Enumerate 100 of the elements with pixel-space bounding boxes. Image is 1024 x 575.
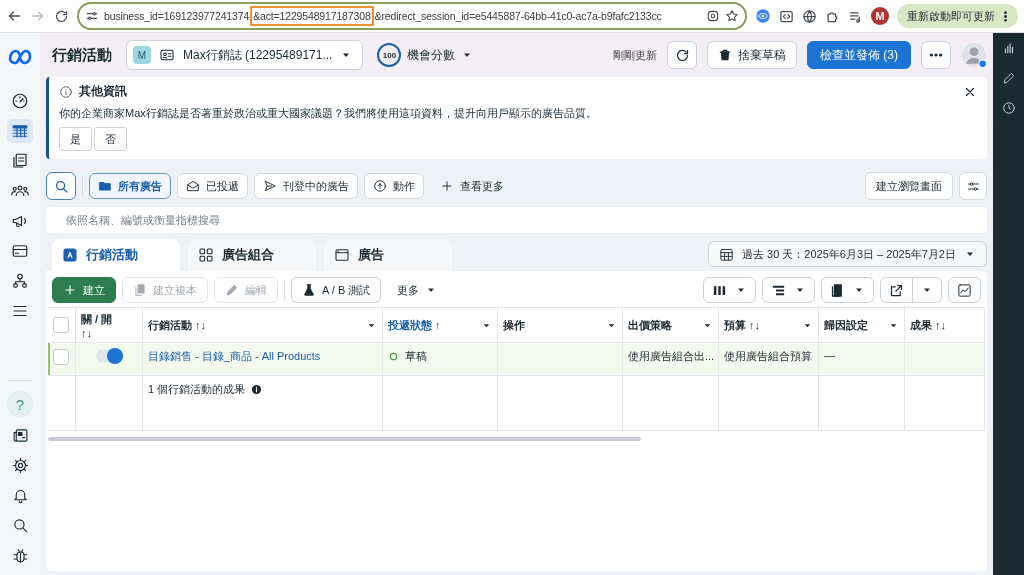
campaign-name-link[interactable]: 目錄銷售 - 目錄_商品 - All Products: [148, 349, 321, 364]
more-button[interactable]: [921, 41, 951, 69]
column-header[interactable]: 關 / 開 ↑↓: [81, 311, 121, 339]
checkbox[interactable]: [53, 349, 69, 365]
account-selector[interactable]: M Max行銷誌 (12295489171...: [126, 40, 364, 70]
menu-button[interactable]: [821, 277, 874, 303]
status-text: 草稿: [405, 349, 427, 364]
table-icon: [11, 122, 29, 140]
info-icon: [251, 384, 263, 395]
folder-icon: [98, 179, 112, 193]
menu-button[interactable]: [703, 277, 756, 303]
discard-drafts-button[interactable]: 捨棄草稿: [707, 41, 797, 69]
column-header[interactable]: 投遞狀態 ↑: [388, 317, 441, 333]
notice-title: 其他資訊: [79, 83, 127, 100]
table-cell: 使用廣告組合預算: [724, 349, 812, 364]
close-icon[interactable]: [963, 85, 977, 99]
column-header[interactable]: 操作: [503, 317, 525, 333]
answer-button[interactable]: 是: [59, 127, 92, 151]
pencil-icon: [225, 283, 239, 297]
gauge-icon: [11, 92, 29, 110]
site-settings-icon[interactable]: [85, 9, 99, 23]
copy-icon: [133, 283, 147, 297]
update-button[interactable]: 重新啟動即可更新: [897, 4, 1018, 28]
filter-button[interactable]: 動作: [364, 173, 424, 199]
people-tree-icon: [11, 272, 29, 290]
url-text: &redirect_session_id=e5445887-64bb-41c0-ac7a-b9fafc2133cc: [374, 10, 662, 22]
answer-button[interactable]: 否: [94, 127, 127, 151]
avatar-icon[interactable]: [961, 42, 987, 68]
date-range-selector[interactable]: 過去 30 天：2025年6月3日 – 2025年7月2日: [708, 241, 987, 267]
search-icon: [53, 178, 69, 194]
checkbox[interactable]: [53, 317, 69, 333]
code-extension-icon[interactable]: [779, 8, 794, 24]
filter-button[interactable]: 刊登中的廣告: [254, 173, 358, 199]
column-header[interactable]: 歸因設定: [824, 317, 868, 333]
campaign-icon: [62, 247, 78, 263]
globe-extension-icon[interactable]: [802, 8, 817, 24]
level-tab[interactable]: 行銷活動: [52, 239, 180, 271]
trash-icon: [718, 48, 732, 62]
window-icon: [334, 247, 350, 263]
page-title: 行銷活動: [52, 45, 112, 65]
eye-extension-icon[interactable]: [755, 8, 771, 24]
search-field[interactable]: 依照名稱、編號或衡量指標搜尋: [46, 207, 987, 233]
nav-item[interactable]: [7, 119, 33, 143]
score-ring: 100: [377, 43, 402, 67]
column-header[interactable]: 出價策略: [628, 317, 672, 333]
level-tab[interactable]: 廣告: [324, 239, 452, 271]
star-icon[interactable]: [725, 9, 739, 23]
results-summary: 1 個行銷活動的成果: [148, 382, 246, 397]
refresh-button[interactable]: [667, 41, 697, 69]
filter-button[interactable]: 所有廣告: [89, 173, 171, 199]
id-card-icon: [159, 47, 175, 63]
toolbar-button[interactable]: 建立: [52, 277, 116, 303]
document-icon: [11, 152, 29, 170]
draft-status-icon: [388, 351, 399, 362]
column-header[interactable]: 成果 ↑↓: [910, 317, 947, 333]
publish-button[interactable]: 檢查並發佈 (3): [807, 41, 911, 69]
help-button[interactable]: ?: [7, 391, 33, 417]
filter-button[interactable]: 已投遞: [177, 173, 248, 199]
search-button[interactable]: [46, 172, 76, 200]
calendar-icon: [719, 246, 734, 262]
grid-icon: [198, 247, 214, 263]
report-icon: [830, 282, 845, 298]
notice-text: 你的企業商家Max行銷誌是否著重於政治或重大國家議題？我們將使用這項資料，提升向用戶顯示的廣告品質。: [59, 106, 598, 121]
export-button[interactable]: [880, 277, 913, 303]
bug-icon: [11, 546, 29, 564]
url-text: business_id=169123977241374: [104, 10, 250, 22]
level-tab[interactable]: 廣告組合: [188, 239, 316, 271]
search-icon: [11, 516, 29, 534]
flask-icon: [302, 283, 316, 297]
paper-plane-icon: [263, 179, 277, 193]
export-icon: [889, 282, 904, 298]
toggle-switch[interactable]: [96, 349, 122, 363]
create-view-button[interactable]: 建立瀏覽畫面: [865, 172, 953, 200]
see-more-button[interactable]: 查看更多: [430, 172, 514, 200]
lens-icon[interactable]: [706, 9, 720, 23]
refresh-icon: [674, 47, 690, 63]
credit-card-icon: [11, 242, 29, 260]
menu-button[interactable]: [762, 277, 815, 303]
profile-avatar[interactable]: M: [871, 7, 889, 25]
table-cell: —: [824, 349, 835, 361]
pencil-icon[interactable]: [1001, 71, 1016, 85]
back-icon[interactable]: [6, 8, 22, 24]
info-icon: [59, 84, 73, 99]
toolbar-button[interactable]: A / B 測試: [291, 277, 382, 303]
clock-icon[interactable]: [1001, 101, 1016, 115]
filter-settings-button[interactable]: [959, 172, 987, 200]
column-header[interactable]: 行銷活動 ↑↓: [148, 317, 207, 333]
reload-icon[interactable]: [54, 8, 69, 24]
more-menu-button[interactable]: 更多: [387, 277, 448, 303]
plus-icon: [440, 179, 454, 193]
plus-icon: [63, 283, 77, 297]
update-status: 剛剛更新: [613, 47, 657, 63]
opportunity-score-menu[interactable]: 100 機會分數: [373, 41, 478, 69]
envelope-icon: [186, 179, 200, 193]
arrow-up-circle-icon: [373, 179, 387, 193]
newspaper-icon: [11, 426, 29, 444]
chart-button[interactable]: [948, 277, 981, 303]
column-header[interactable]: 預算 ↑↓: [724, 317, 761, 333]
table-cell: 使用廣告組合出...: [628, 349, 715, 364]
address-bar[interactable]: business_id=169123977241374 &act=1229548917187308 &redirect_session_id=e5445887-64bb-41c0-ac7a-b9fafc2133cc: [77, 2, 747, 30]
